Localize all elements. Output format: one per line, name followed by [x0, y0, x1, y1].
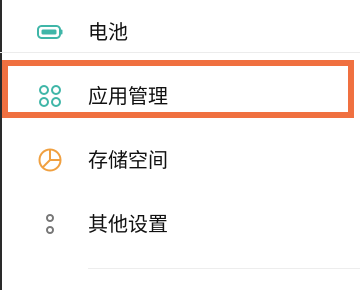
highlight-box: [2, 60, 354, 118]
battery-icon: [36, 18, 64, 46]
settings-item-battery[interactable]: 电池: [0, 0, 360, 64]
settings-item-label: 其他设置: [88, 212, 168, 236]
divider: [88, 268, 360, 269]
storage-pie-icon: [36, 146, 64, 174]
settings-item-storage[interactable]: 存储空间: [0, 128, 360, 192]
settings-item-label: 电池: [88, 20, 128, 44]
settings-page: 电池 应用管理 存储空间 其他设置: [0, 0, 360, 290]
settings-item-other[interactable]: 其他设置: [0, 192, 360, 256]
settings-item-label: 存储空间: [88, 148, 168, 172]
more-dots-icon: [36, 210, 64, 238]
